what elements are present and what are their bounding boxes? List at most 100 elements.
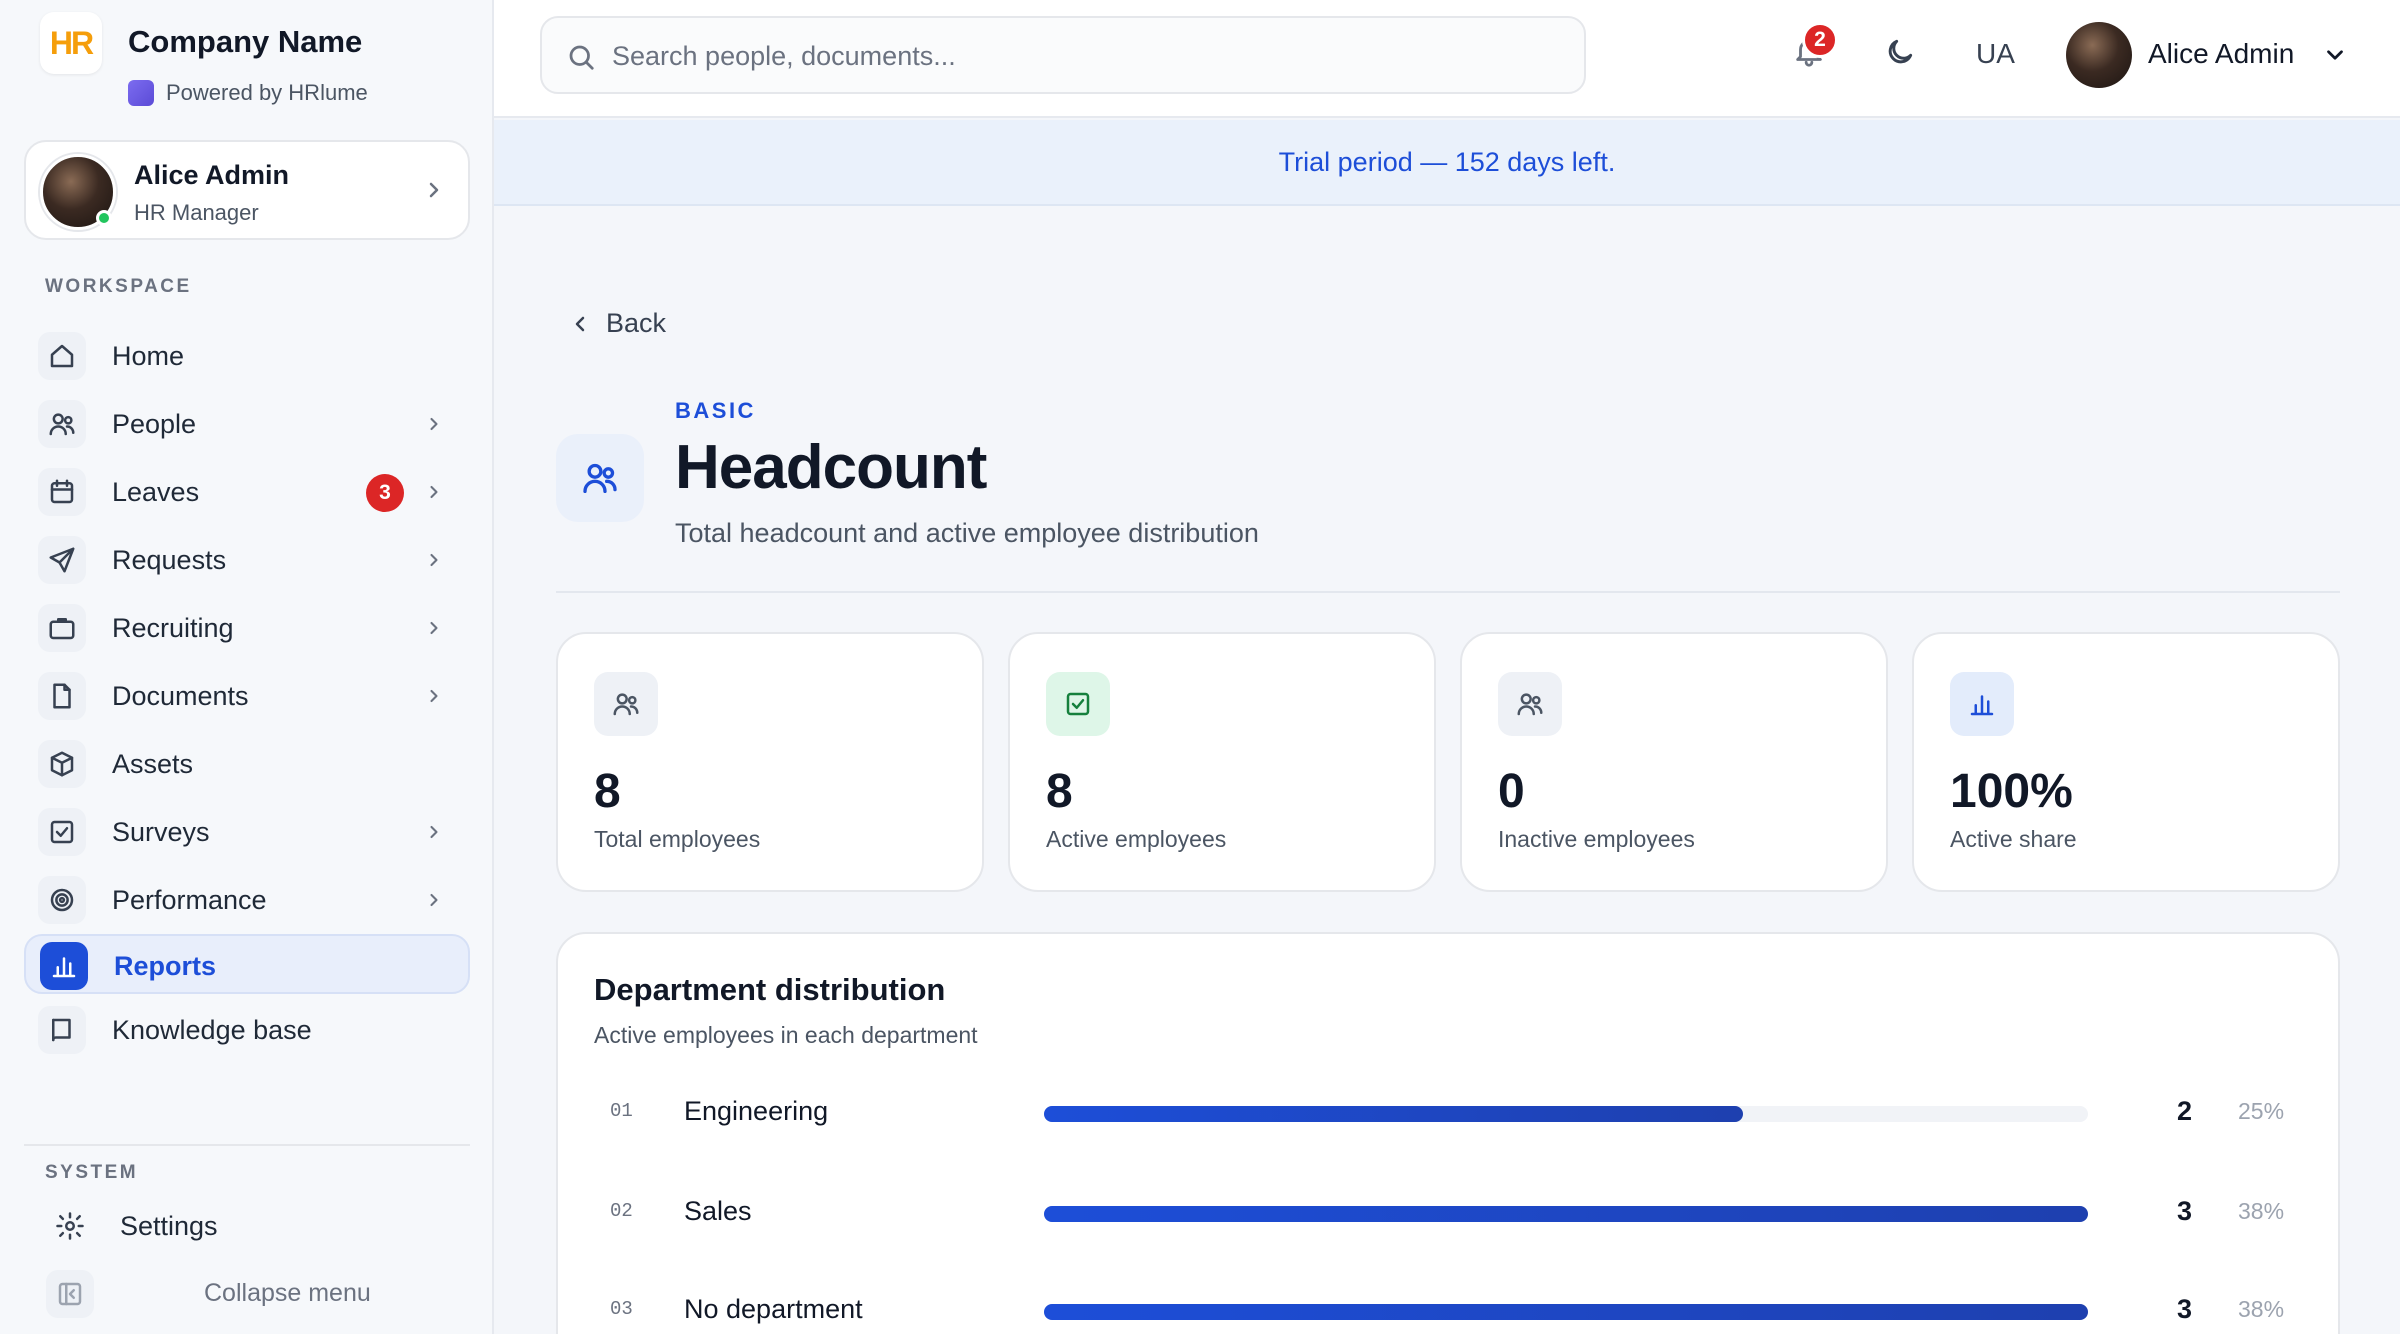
progress-track — [1044, 1206, 2088, 1222]
card-title: Department distribution — [594, 972, 946, 1007]
calendar-icon — [38, 468, 86, 516]
sidebar-item-label: Assets — [112, 749, 194, 779]
sidebar-item-surveys[interactable]: Surveys — [24, 802, 470, 862]
brand[interactable]: HR Company Name Powered by HRlume — [40, 12, 480, 112]
notifications-button[interactable]: 2 — [1792, 22, 1838, 74]
progress-fill — [1044, 1304, 2088, 1320]
stat-value: 100% — [1950, 765, 2073, 818]
page-title: Headcount — [675, 433, 987, 502]
progress-fill — [1044, 1106, 1744, 1122]
chevron-right-icon — [424, 890, 444, 910]
sidebar-item-label: Requests — [112, 545, 227, 575]
user-menu-name: Alice Admin — [2148, 38, 2295, 69]
sidebar-item-home[interactable]: Home — [24, 326, 470, 386]
sidebar-item-label: Leaves — [112, 477, 200, 507]
sidebar-item-knowledge-base[interactable]: Knowledge base — [24, 1000, 470, 1060]
department-count: 3 — [2176, 1196, 2192, 1226]
back-button[interactable]: Back — [568, 308, 666, 339]
sidebar-divider — [24, 1144, 470, 1146]
sidebar-item-label: Performance — [112, 885, 267, 915]
row-index: 02 — [610, 1200, 633, 1222]
bar-chart-icon — [1950, 672, 2014, 736]
sidebar-item-recruiting[interactable]: Recruiting — [24, 598, 470, 658]
target-icon — [38, 876, 86, 924]
sidebar-item-assets[interactable]: Assets — [24, 734, 470, 794]
list-item: 03 No department 3 38% — [558, 1280, 2338, 1334]
sidebar-user-card[interactable]: Alice Admin HR Manager — [24, 140, 470, 240]
sidebar: HR Company Name Powered by HRlume Alice … — [0, 0, 494, 1334]
check-square-icon — [1046, 672, 1110, 736]
chevron-right-icon — [424, 686, 444, 706]
stat-card-active-share: 100% Active share — [1912, 632, 2340, 892]
department-count: 2 — [2176, 1096, 2192, 1126]
powered-by: Powered by HRlume — [128, 80, 368, 106]
avatar — [2066, 22, 2132, 88]
page-subtitle: Total headcount and active employee dist… — [675, 518, 1259, 548]
sidebar-item-requests[interactable]: Requests — [24, 530, 470, 590]
card-subtitle: Active employees in each department — [594, 1022, 978, 1048]
leaves-count-badge: 3 — [366, 474, 404, 512]
users-icon — [1498, 672, 1562, 736]
chevron-right-icon — [424, 618, 444, 638]
sidebar-item-label: People — [112, 409, 197, 439]
users-icon — [594, 672, 658, 736]
search-input[interactable] — [612, 32, 1552, 80]
user-menu[interactable]: Alice Admin — [2066, 22, 2366, 88]
department-percent: 38% — [2238, 1198, 2285, 1224]
chevron-right-icon — [422, 178, 446, 202]
company-logo: HR — [40, 12, 102, 74]
progress-track — [1044, 1304, 2088, 1320]
stat-card-total: 8 Total employees — [556, 632, 984, 892]
sidebar-item-reports[interactable]: Reports — [24, 934, 470, 994]
row-index: 03 — [610, 1298, 633, 1320]
sidebar-item-label: Surveys — [112, 817, 210, 847]
sidebar-item-people[interactable]: People — [24, 394, 470, 454]
moon-icon — [1888, 39, 1913, 64]
theme-toggle-button[interactable] — [1884, 36, 1918, 70]
chevron-right-icon — [424, 822, 444, 842]
system-section-label: SYSTEM — [45, 1162, 139, 1183]
stat-value: 8 — [594, 765, 621, 818]
department-name: Engineering — [684, 1096, 829, 1126]
stat-card-active: 8 Active employees — [1008, 632, 1436, 892]
stat-caption: Inactive employees — [1498, 826, 1695, 852]
box-icon — [38, 740, 86, 788]
department-distribution-card: Department distribution Active employees… — [556, 932, 2340, 1334]
send-icon — [38, 536, 86, 584]
users-icon — [556, 434, 644, 522]
hrlume-logo-icon — [128, 80, 154, 106]
sidebar-item-performance[interactable]: Performance — [24, 870, 470, 930]
sidebar-item-leaves[interactable]: Leaves 3 — [24, 462, 470, 522]
global-search[interactable] — [540, 16, 1586, 94]
search-icon — [566, 42, 596, 72]
list-item: 02 Sales 3 38% — [558, 1182, 2338, 1242]
department-percent: 25% — [2238, 1098, 2285, 1124]
collapse-menu-button[interactable]: Collapse menu — [24, 1264, 470, 1324]
sidebar-item-documents[interactable]: Documents — [24, 666, 470, 726]
sidebar-item-settings[interactable]: Settings — [24, 1196, 470, 1256]
back-label: Back — [606, 308, 667, 338]
sidebar-item-label: Documents — [112, 681, 249, 711]
sidebar-user-role: HR Manager — [134, 200, 259, 225]
home-icon — [38, 332, 86, 380]
report-category: BASIC — [675, 398, 756, 423]
department-name: No department — [684, 1294, 863, 1324]
sidebar-item-label: Knowledge base — [112, 1015, 312, 1045]
chevron-right-icon — [424, 550, 444, 570]
users-icon — [38, 400, 86, 448]
language-switch[interactable]: UA — [1976, 38, 2015, 70]
stat-card-inactive: 0 Inactive employees — [1460, 632, 1888, 892]
company-name: Company Name — [128, 24, 363, 59]
list-item: 01 Engineering 2 25% — [558, 1082, 2338, 1142]
stat-value: 0 — [1498, 765, 1525, 818]
gear-icon — [46, 1202, 94, 1250]
row-index: 01 — [610, 1100, 633, 1122]
department-percent: 38% — [2238, 1296, 2285, 1322]
stat-caption: Total employees — [594, 826, 761, 852]
workspace-section-label: WORKSPACE — [45, 276, 192, 297]
progress-track — [1044, 1106, 2088, 1122]
check-square-icon — [38, 808, 86, 856]
book-icon — [38, 1006, 86, 1054]
sidebar-item-label: Home — [112, 341, 185, 371]
department-name: Sales — [684, 1196, 752, 1226]
